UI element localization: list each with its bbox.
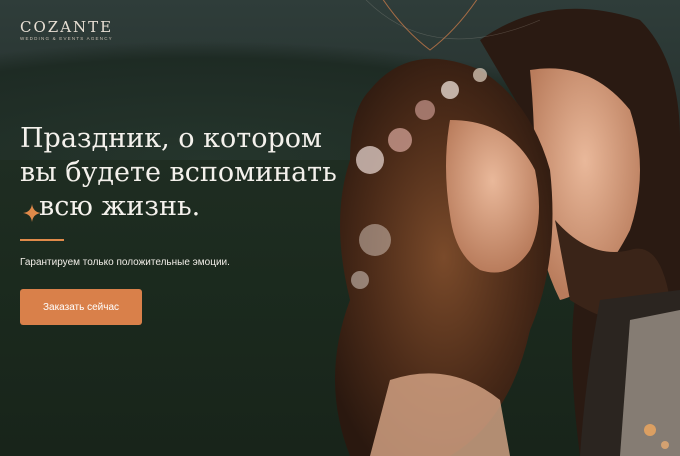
decorative-orbit [365,0,540,51]
headline-line-3: всю жизнь. [39,191,201,222]
accent-divider [20,239,64,241]
brand-tagline: WEDDING & EVENTS AGENCY [20,36,113,41]
brand-logo[interactable]: COZANTE WEDDING & EVENTS AGENCY [20,19,113,41]
brand-name: COZANTE [20,18,114,36]
headline-line-1: Праздник, о котором [20,123,323,154]
hero-headline: Праздник, о котором вы будете вспоминать… [20,122,337,224]
hero-subtitle: Гарантируем только положительные эмоции. [20,257,230,268]
headline-line-2: вы будете вспоминать [20,157,337,188]
sparkle-icon [23,204,41,222]
order-now-button[interactable]: Заказать сейчас [20,289,142,325]
hero-section: COZANTE WEDDING & EVENTS AGENCY Праздник… [0,0,680,456]
